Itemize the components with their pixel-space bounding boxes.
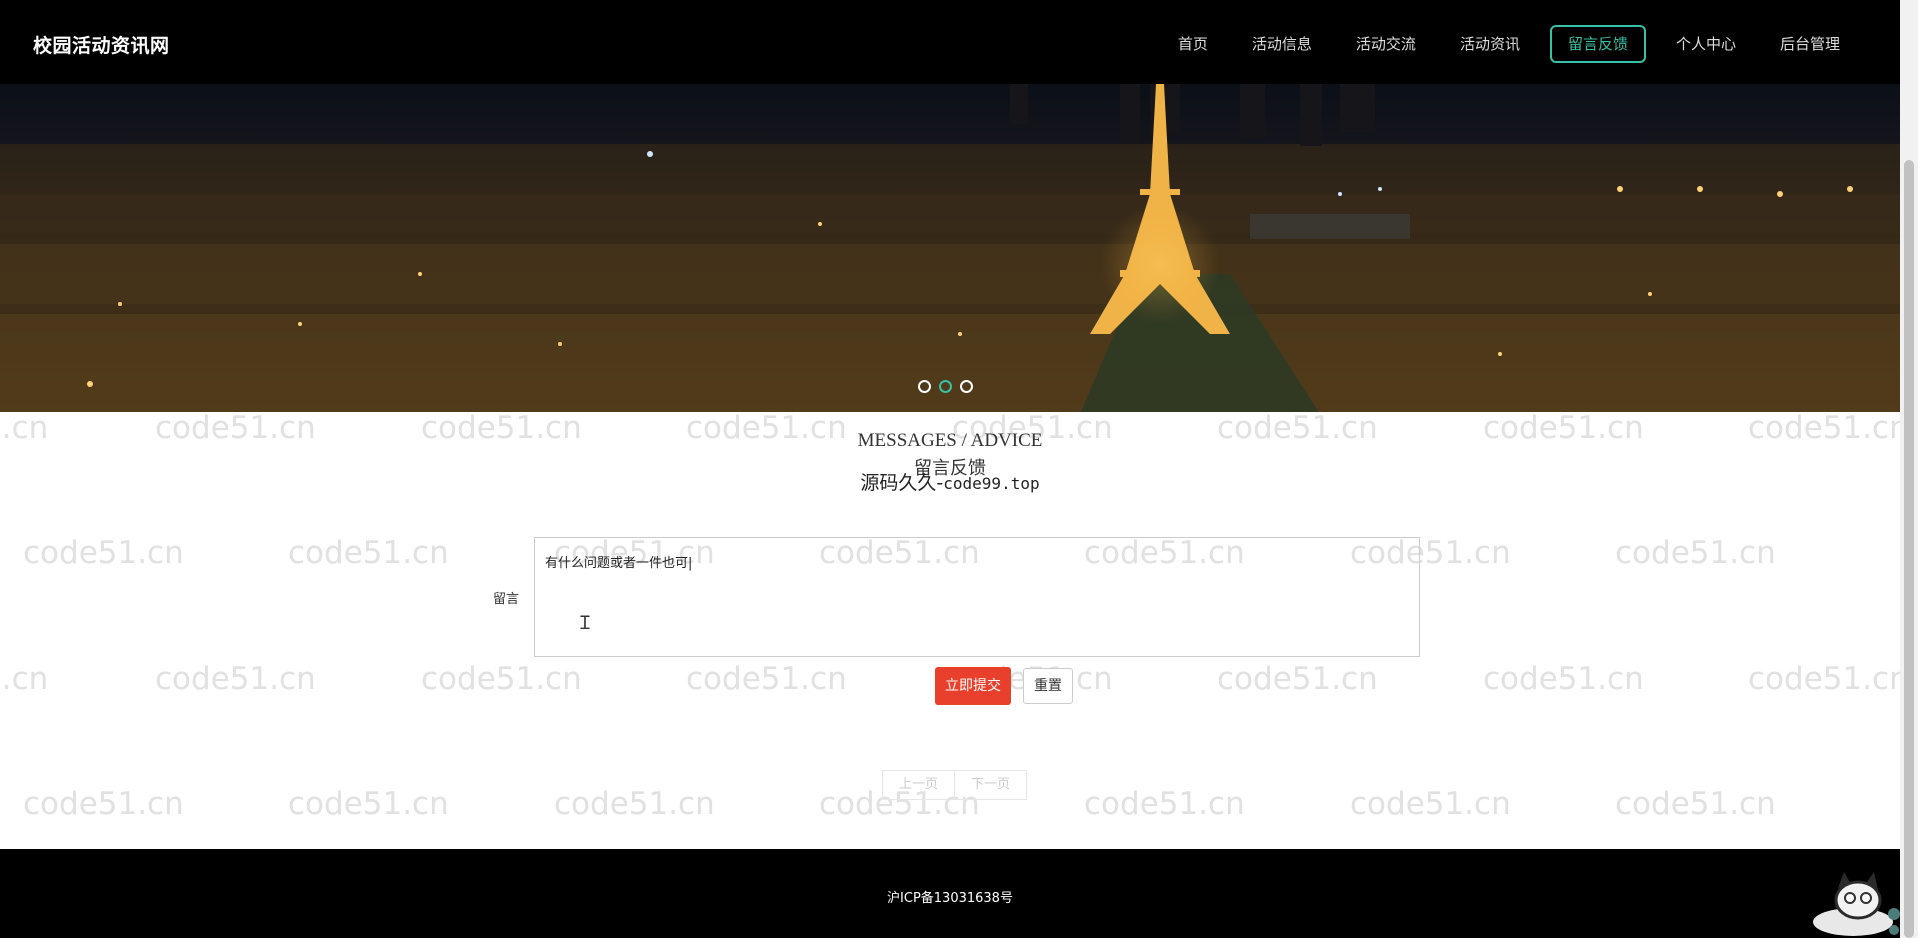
- carousel-indicators: [918, 380, 973, 393]
- nav-item-admin[interactable]: 后台管理: [1758, 25, 1862, 63]
- watermark: code51.cn: [1350, 786, 1511, 822]
- watermark: code51.cn: [421, 661, 582, 697]
- footer: 沪ICP备13031638号: [0, 849, 1900, 938]
- carousel-dot-2[interactable]: [939, 380, 952, 393]
- nav-item-feedback[interactable]: 留言反馈: [1549, 25, 1646, 63]
- mascot-cat-icon[interactable]: [1808, 870, 1900, 938]
- watermark: code51.cn: [554, 786, 715, 822]
- reset-button[interactable]: 重置: [1023, 668, 1073, 704]
- watermark: code51.cn: [1615, 535, 1776, 571]
- watermark: code51.cn: [1084, 786, 1245, 822]
- watermark: code51.cn: [1483, 661, 1644, 697]
- nav-item-activity-exchange[interactable]: 活动交流: [1334, 25, 1438, 63]
- nav-item-user-center[interactable]: 个人中心: [1654, 25, 1758, 63]
- message-label: 留言: [493, 592, 520, 607]
- watermark: code51.cn: [288, 786, 449, 822]
- site-brand[interactable]: 校园活动资讯网: [33, 31, 170, 58]
- top-navbar: 校园活动资讯网 首页 活动信息 活动交流 活动资讯 留言反馈 个人中心 后台管理: [0, 0, 1900, 84]
- source-credit-domain: code99.top: [943, 474, 1040, 493]
- watermark: code51.cn: [686, 661, 847, 697]
- nav-item-home[interactable]: 首页: [1156, 25, 1230, 63]
- scrollbar-thumb[interactable]: [1904, 160, 1914, 938]
- message-textarea[interactable]: [534, 537, 1420, 657]
- watermark: code51.cn: [288, 535, 449, 571]
- carousel-dot-1[interactable]: [918, 380, 931, 393]
- carousel-dot-3[interactable]: [960, 380, 973, 393]
- next-page-button[interactable]: 下一页: [955, 770, 1028, 800]
- nav-menu: 首页 活动信息 活动交流 活动资讯 留言反馈 个人中心 后台管理: [1156, 25, 1862, 63]
- section-title-en: MESSAGES / ADVICE: [857, 430, 1043, 451]
- text-cursor-icon: Ｉ: [576, 613, 594, 634]
- watermark: code51.cn: [1748, 661, 1909, 697]
- pagination: 上一页 下一页: [882, 770, 1028, 800]
- watermark: code51.cn: [1615, 786, 1776, 822]
- watermark: code51.cn: [155, 661, 316, 697]
- source-credit: 源码久久-code99.top: [0, 468, 1900, 495]
- watermark: code51.cn: [1217, 661, 1378, 697]
- prev-page-button[interactable]: 上一页: [882, 770, 956, 800]
- banner-city-night-image: [0, 84, 1900, 412]
- footer-icp[interactable]: 沪ICP备13031638号: [0, 887, 1900, 906]
- nav-item-activity-info[interactable]: 活动信息: [1230, 25, 1334, 63]
- hero-banner-carousel[interactable]: [0, 84, 1900, 412]
- nav-item-activity-news[interactable]: 活动资讯: [1438, 25, 1542, 63]
- watermark: code51.cn: [23, 786, 184, 822]
- page-scrollbar[interactable]: [1900, 0, 1918, 938]
- watermark: 1.cn: [0, 661, 49, 697]
- source-credit-prefix: 源码久久-: [860, 472, 944, 494]
- submit-button[interactable]: 立即提交: [935, 667, 1011, 705]
- watermark: code51.cn: [23, 535, 184, 571]
